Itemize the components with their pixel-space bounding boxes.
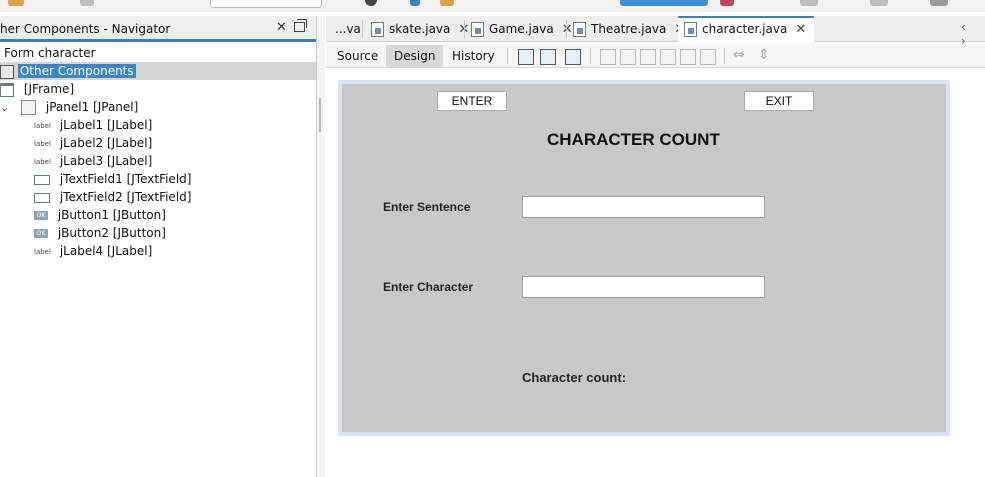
tree-item-jlabel1[interactable]: label jLabel1 [JLabel] [34,116,152,134]
toolbar-icon[interactable] [440,0,454,6]
tree-item-label: Form character [4,46,96,60]
sentence-label: Enter Sentence [383,200,471,214]
toolbar-divider [590,48,591,64]
tree-item-jtextfield2[interactable]: jTextField2 [JTextField] [34,188,191,206]
panel-icon [21,100,37,115]
page-title: CHARACTER COUNT [547,130,720,149]
toolbar-icon[interactable] [8,0,24,6]
textfield-icon [34,174,50,185]
toolbar-divider [507,48,508,64]
tree-item-label: jLabel2 [JLabel] [59,136,153,150]
tab-theatre[interactable]: Theatre.java✕ [573,16,685,42]
design-button[interactable]: Design [386,45,444,67]
tab-divider [362,20,363,38]
tab-truncated[interactable]: ...va [335,16,361,42]
toolbar-icon[interactable] [410,0,420,6]
tree-item-jpanel1[interactable]: ⌄ jPanel1 [JPanel] [0,98,138,116]
center-vertical-icon[interactable] [700,49,716,65]
tree-item-label: jButton2 [JButton] [57,226,166,240]
tree-item-form[interactable]: Form character [4,44,96,62]
tree-item-label: jLabel4 [JLabel] [59,244,153,258]
align-left-icon[interactable] [600,49,616,65]
center-horizontal-icon[interactable] [640,49,656,65]
toolbar-icon[interactable] [870,0,888,6]
button-icon: OK [34,211,48,220]
tree-item-jlabel4[interactable]: label jLabel4 [JLabel] [34,242,152,260]
close-icon[interactable]: ✕ [795,22,806,37]
tab-label: Theatre.java [591,22,667,36]
tree-item-label: jButton1 [JButton] [57,208,166,222]
tree-item-label: jLabel3 [JLabel] [59,154,153,168]
close-icon[interactable]: ✕ [562,22,573,37]
tree-item-label: Other Components [17,64,136,78]
tree-item-label: [JFrame] [23,82,75,96]
panel-splitter[interactable] [316,16,325,477]
selection-mode-icon[interactable] [518,49,534,65]
restore-window-icon[interactable] [294,19,307,32]
tree-item-other-components[interactable]: Other Components [0,62,136,80]
connection-mode-icon[interactable] [540,49,556,65]
tree-item-label: jTextField1 [JTextField] [59,172,192,186]
tab-label: Game.java [489,22,554,36]
toolbar-icon[interactable] [800,0,818,6]
sentence-field[interactable] [522,196,765,218]
textfield-icon [34,192,50,203]
ide-toolbar-strip [0,0,985,12]
tab-label: ...va [335,22,361,36]
tree-item-jframe[interactable]: [JFrame] [0,80,74,98]
toolbar-icon[interactable] [930,0,948,6]
tree-item-jlabel3[interactable]: label jLabel3 [JLabel] [34,152,152,170]
frame-icon [0,82,14,97]
preview-design-icon[interactable] [565,49,581,65]
splitter-grip[interactable] [319,98,321,132]
character-field[interactable] [522,276,765,298]
exit-button[interactable]: EXIT [744,91,814,111]
tree-item-jbutton2[interactable]: OK jButton2 [JButton] [34,224,166,242]
navigator-title: her Components - Navigator [0,22,171,36]
label-icon: label [34,121,51,130]
close-icon[interactable]: ✕ [276,20,287,35]
tab-divider [464,20,465,38]
java-file-icon [684,22,697,37]
toolbar-divider [724,48,725,64]
toolbar-icon[interactable] [720,0,734,6]
resize-vertical-icon[interactable]: ⇕ [758,47,770,63]
tab-game[interactable]: Game.java ✕ [471,16,573,42]
source-button[interactable]: Source [329,45,386,67]
label-icon: label [34,139,51,148]
label-icon: label [34,247,51,256]
toolbar-search-box[interactable] [210,0,322,8]
java-file-icon [573,22,586,37]
chevron-down-icon[interactable]: ⌄ [0,101,9,114]
tab-divider [566,20,567,38]
tab-label: character.java [702,22,788,36]
tree-item-label: jTextField2 [JTextField] [59,190,192,204]
tree-item-jlabel2[interactable]: label jLabel2 [JLabel] [34,134,152,152]
toolbar-icon[interactable] [365,0,377,6]
tab-label: skate.java [389,22,451,36]
java-file-icon [471,22,484,37]
tree-item-jbutton1[interactable]: OK jButton1 [JButton] [34,206,166,224]
enter-button[interactable]: ENTER [437,91,507,111]
character-label: Enter Character [383,280,474,294]
align-right-icon[interactable] [620,49,636,65]
tab-skate[interactable]: skate.java✕ [371,16,469,42]
button-icon: OK [34,229,48,238]
resize-horizontal-icon[interactable]: ⇔ [733,47,745,63]
toolbar-icon[interactable] [80,0,94,6]
components-icon [0,64,14,79]
tree-item-jtextfield1[interactable]: jTextField1 [JTextField] [34,170,191,188]
align-bottom-icon[interactable] [680,49,696,65]
tree-item-label: jPanel1 [JPanel] [45,100,139,114]
label-icon: label [34,157,51,166]
toolbar-progress [620,0,708,6]
tab-character[interactable]: character.java ✕ [678,16,815,43]
java-file-icon [371,22,384,37]
history-button[interactable]: History [444,45,503,67]
align-top-icon[interactable] [660,49,676,65]
tree-item-label: jLabel1 [JLabel] [59,118,153,132]
character-count-label: Character count: [522,370,627,385]
